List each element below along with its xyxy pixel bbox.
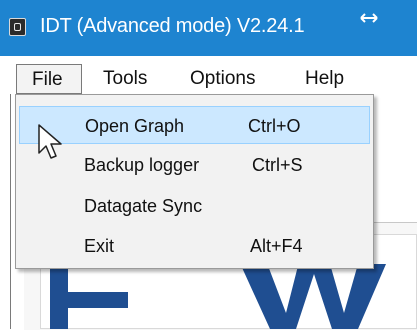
menu-item-datagate-sync[interactable]: Datagate Sync (19, 187, 370, 225)
menu-help[interactable]: Help (305, 68, 344, 90)
menu-item-open-graph[interactable]: Open Graph Ctrl+O (19, 106, 370, 144)
menu-item-exit-label: Exit (84, 236, 115, 256)
menu-item-backup-logger[interactable]: Backup logger Ctrl+S (19, 146, 370, 184)
app-icon[interactable] (9, 18, 26, 36)
menu-item-open-graph-shortcut: Ctrl+O (248, 116, 301, 136)
menu-options[interactable]: Options (190, 68, 255, 90)
mouse-pointer-icon (38, 124, 62, 159)
menu-file[interactable]: File (16, 64, 82, 94)
menu-item-exit[interactable]: Exit Alt+F4 (19, 227, 370, 265)
menu-item-datagate-sync-label: Datagate Sync (84, 196, 203, 216)
menu-tools[interactable]: Tools (103, 68, 147, 90)
menu-item-exit-shortcut: Alt+F4 (250, 236, 303, 256)
title-bar: IDT (Advanced mode) V2.24.1 (0, 0, 417, 56)
file-menu-dropdown: Open Graph Ctrl+O Backup logger Ctrl+S D… (15, 94, 374, 269)
resize-arrows-icon (360, 13, 378, 23)
menu-file-label: File (32, 69, 63, 90)
menu-item-backup-logger-label: Backup logger (84, 155, 200, 175)
menu-item-open-graph-label: Open Graph (85, 116, 185, 136)
menu-item-backup-logger-shortcut: Ctrl+S (252, 155, 303, 175)
window-title: IDT (Advanced mode) V2.24.1 (40, 15, 305, 37)
